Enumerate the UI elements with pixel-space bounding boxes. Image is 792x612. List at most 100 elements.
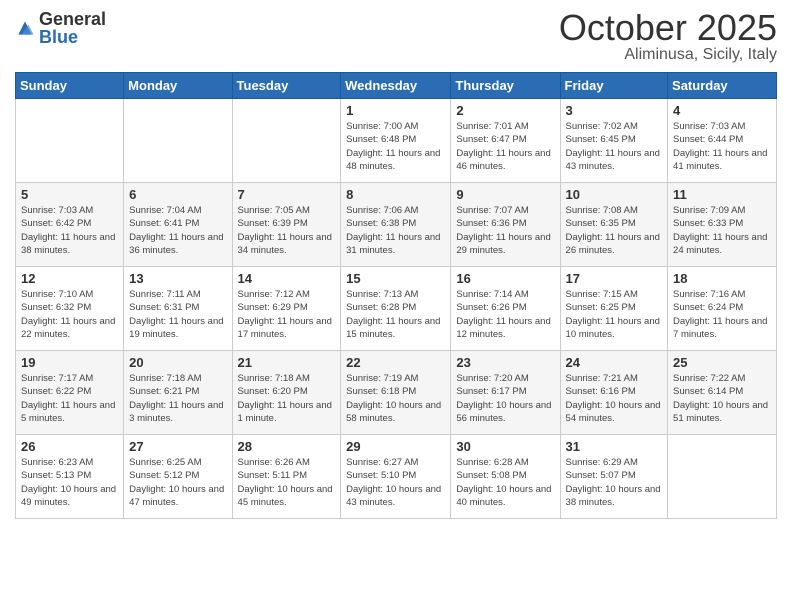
- day-number: 23: [456, 355, 554, 370]
- calendar-cell: [668, 435, 777, 519]
- day-info: Sunrise: 7:05 AM Sunset: 6:39 PM Dayligh…: [238, 204, 336, 257]
- day-info: Sunrise: 7:09 AM Sunset: 6:33 PM Dayligh…: [673, 204, 771, 257]
- day-number: 24: [566, 355, 663, 370]
- day-info: Sunrise: 7:16 AM Sunset: 6:24 PM Dayligh…: [673, 288, 771, 341]
- day-number: 10: [566, 187, 663, 202]
- calendar-cell: 22 Sunrise: 7:19 AM Sunset: 6:18 PM Dayli…: [341, 351, 451, 435]
- col-wednesday: Wednesday: [341, 73, 451, 99]
- logo-text: General Blue: [39, 10, 106, 46]
- day-info: Sunrise: 6:23 AM Sunset: 5:13 PM Dayligh…: [21, 456, 118, 509]
- day-info: Sunrise: 6:29 AM Sunset: 5:07 PM Dayligh…: [566, 456, 663, 509]
- calendar-cell: [16, 99, 124, 183]
- day-info: Sunrise: 6:27 AM Sunset: 5:10 PM Dayligh…: [346, 456, 445, 509]
- calendar-cell: 1Sunrise: 7:00 AM Sunset: 6:48 PM Daylig…: [341, 99, 451, 183]
- day-info: Sunrise: 7:15 AM Sunset: 6:25 PM Dayligh…: [566, 288, 663, 341]
- calendar-cell: 16 Sunrise: 7:14 AM Sunset: 6:26 PM Dayli…: [451, 267, 560, 351]
- day-number: 5: [21, 187, 118, 202]
- day-info: Sunrise: 7:03 AM Sunset: 6:44 PM Dayligh…: [673, 120, 771, 173]
- location: Aliminusa, Sicily, Italy: [559, 46, 777, 64]
- calendar-week-row: 1Sunrise: 7:00 AM Sunset: 6:48 PM Daylig…: [16, 99, 777, 183]
- day-info: Sunrise: 7:07 AM Sunset: 6:36 PM Dayligh…: [456, 204, 554, 257]
- calendar-cell: [232, 99, 341, 183]
- calendar-cell: 4 Sunrise: 7:03 AM Sunset: 6:44 PM Daylig…: [668, 99, 777, 183]
- day-number: 20: [129, 355, 226, 370]
- calendar-cell: 17 Sunrise: 7:15 AM Sunset: 6:25 PM Dayli…: [560, 267, 668, 351]
- day-number: 19: [21, 355, 118, 370]
- day-number: 9: [456, 187, 554, 202]
- calendar-table: Sunday Monday Tuesday Wednesday Thursday…: [15, 72, 777, 519]
- calendar-cell: 10 Sunrise: 7:08 AM Sunset: 6:35 PM Dayli…: [560, 183, 668, 267]
- calendar-cell: 9 Sunrise: 7:07 AM Sunset: 6:36 PM Daylig…: [451, 183, 560, 267]
- day-number: 30: [456, 439, 554, 454]
- day-number: 11: [673, 187, 771, 202]
- day-number: 6: [129, 187, 226, 202]
- calendar-cell: 18 Sunrise: 7:16 AM Sunset: 6:24 PM Dayli…: [668, 267, 777, 351]
- calendar-cell: 11 Sunrise: 7:09 AM Sunset: 6:33 PM Dayli…: [668, 183, 777, 267]
- day-number: 3: [566, 103, 663, 118]
- calendar-header-row: Sunday Monday Tuesday Wednesday Thursday…: [16, 73, 777, 99]
- day-number: 21: [238, 355, 336, 370]
- day-number: 29: [346, 439, 445, 454]
- day-info: Sunrise: 7:12 AM Sunset: 6:29 PM Dayligh…: [238, 288, 336, 341]
- calendar-cell: 28Sunrise: 6:26 AM Sunset: 5:11 PM Dayli…: [232, 435, 341, 519]
- day-number: 15: [346, 271, 445, 286]
- day-info: Sunrise: 7:02 AM Sunset: 6:45 PM Dayligh…: [566, 120, 663, 173]
- day-info: Sunrise: 7:04 AM Sunset: 6:41 PM Dayligh…: [129, 204, 226, 257]
- day-info: Sunrise: 7:21 AM Sunset: 6:16 PM Dayligh…: [566, 372, 663, 425]
- day-info: Sunrise: 6:25 AM Sunset: 5:12 PM Dayligh…: [129, 456, 226, 509]
- calendar-cell: 7Sunrise: 7:05 AM Sunset: 6:39 PM Daylig…: [232, 183, 341, 267]
- day-number: 31: [566, 439, 663, 454]
- logo: General Blue: [15, 10, 106, 46]
- calendar-cell: 31 Sunrise: 6:29 AM Sunset: 5:07 PM Dayli…: [560, 435, 668, 519]
- day-number: 28: [238, 439, 336, 454]
- day-number: 22: [346, 355, 445, 370]
- calendar-cell: 30 Sunrise: 6:28 AM Sunset: 5:08 PM Dayli…: [451, 435, 560, 519]
- day-info: Sunrise: 7:18 AM Sunset: 6:21 PM Dayligh…: [129, 372, 226, 425]
- day-info: Sunrise: 7:20 AM Sunset: 6:17 PM Dayligh…: [456, 372, 554, 425]
- calendar-cell: 26 Sunrise: 6:23 AM Sunset: 5:13 PM Dayli…: [16, 435, 124, 519]
- day-number: 12: [21, 271, 118, 286]
- day-info: Sunrise: 7:00 AM Sunset: 6:48 PM Dayligh…: [346, 120, 445, 173]
- day-info: Sunrise: 7:14 AM Sunset: 6:26 PM Dayligh…: [456, 288, 554, 341]
- day-number: 8: [346, 187, 445, 202]
- day-number: 2: [456, 103, 554, 118]
- day-number: 4: [673, 103, 771, 118]
- calendar-week-row: 12 Sunrise: 7:10 AM Sunset: 6:32 PM Dayli…: [16, 267, 777, 351]
- day-info: Sunrise: 7:13 AM Sunset: 6:28 PM Dayligh…: [346, 288, 445, 341]
- calendar-cell: 20 Sunrise: 7:18 AM Sunset: 6:21 PM Dayli…: [124, 351, 232, 435]
- logo-icon: [15, 18, 35, 38]
- header: General Blue October 2025 Aliminusa, Sic…: [15, 10, 777, 64]
- day-info: Sunrise: 7:19 AM Sunset: 6:18 PM Dayligh…: [346, 372, 445, 425]
- day-number: 25: [673, 355, 771, 370]
- calendar-cell: 3 Sunrise: 7:02 AM Sunset: 6:45 PM Daylig…: [560, 99, 668, 183]
- calendar-week-row: 5 Sunrise: 7:03 AM Sunset: 6:42 PM Daylig…: [16, 183, 777, 267]
- month-title: October 2025: [559, 10, 777, 46]
- day-info: Sunrise: 7:03 AM Sunset: 6:42 PM Dayligh…: [21, 204, 118, 257]
- calendar-cell: 25 Sunrise: 7:22 AM Sunset: 6:14 PM Dayli…: [668, 351, 777, 435]
- day-info: Sunrise: 7:10 AM Sunset: 6:32 PM Dayligh…: [21, 288, 118, 341]
- calendar-cell: 15 Sunrise: 7:13 AM Sunset: 6:28 PM Dayli…: [341, 267, 451, 351]
- calendar-cell: 14 Sunrise: 7:12 AM Sunset: 6:29 PM Dayli…: [232, 267, 341, 351]
- calendar-cell: 27Sunrise: 6:25 AM Sunset: 5:12 PM Dayli…: [124, 435, 232, 519]
- day-number: 17: [566, 271, 663, 286]
- calendar-cell: 19Sunrise: 7:17 AM Sunset: 6:22 PM Dayli…: [16, 351, 124, 435]
- col-thursday: Thursday: [451, 73, 560, 99]
- day-number: 14: [238, 271, 336, 286]
- logo-general-text: General: [39, 10, 106, 28]
- day-info: Sunrise: 7:08 AM Sunset: 6:35 PM Dayligh…: [566, 204, 663, 257]
- page: General Blue October 2025 Aliminusa, Sic…: [0, 0, 792, 612]
- day-number: 26: [21, 439, 118, 454]
- logo-blue-text: Blue: [39, 28, 106, 46]
- day-info: Sunrise: 6:28 AM Sunset: 5:08 PM Dayligh…: [456, 456, 554, 509]
- calendar-cell: 13Sunrise: 7:11 AM Sunset: 6:31 PM Dayli…: [124, 267, 232, 351]
- calendar-cell: 6 Sunrise: 7:04 AM Sunset: 6:41 PM Daylig…: [124, 183, 232, 267]
- day-info: Sunrise: 7:06 AM Sunset: 6:38 PM Dayligh…: [346, 204, 445, 257]
- calendar-week-row: 19Sunrise: 7:17 AM Sunset: 6:22 PM Dayli…: [16, 351, 777, 435]
- day-info: Sunrise: 7:01 AM Sunset: 6:47 PM Dayligh…: [456, 120, 554, 173]
- day-info: Sunrise: 7:22 AM Sunset: 6:14 PM Dayligh…: [673, 372, 771, 425]
- calendar-cell: 24 Sunrise: 7:21 AM Sunset: 6:16 PM Dayli…: [560, 351, 668, 435]
- col-saturday: Saturday: [668, 73, 777, 99]
- day-number: 16: [456, 271, 554, 286]
- col-monday: Monday: [124, 73, 232, 99]
- day-number: 18: [673, 271, 771, 286]
